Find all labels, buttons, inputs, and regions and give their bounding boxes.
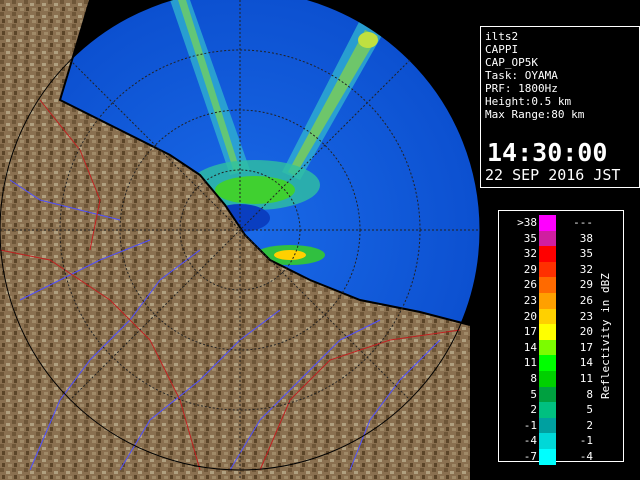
legend-row: -4 -1 bbox=[499, 433, 599, 449]
legend-color-swatch bbox=[539, 402, 556, 418]
observation-date: 22 SEP 2016 JST bbox=[485, 166, 621, 184]
max-range-value: Max Range:80 km bbox=[485, 108, 585, 121]
legend-low-value: 26 bbox=[523, 278, 537, 292]
reflectivity-legend: >38 --- 35 38 32 35 29 32 26 29 23 26 20 23 17 20 14 17 11… bbox=[498, 210, 624, 465]
legend-high-value: 20 bbox=[579, 325, 593, 339]
product-type: CAPPI bbox=[485, 43, 519, 56]
legend-low-value: 14 bbox=[523, 340, 537, 354]
legend-low-value: -7 bbox=[523, 450, 537, 463]
task-name: Task: OYAMA bbox=[485, 69, 558, 82]
legend-row: 23 26 bbox=[499, 293, 599, 309]
legend-unit-label: Reflectivity in dBZ bbox=[599, 273, 612, 399]
legend-low-value: 8 bbox=[530, 372, 537, 385]
legend-low-value: 35 bbox=[523, 231, 537, 245]
legend-high-value: 14 bbox=[579, 356, 593, 370]
legend-color-swatch bbox=[539, 277, 556, 293]
legend-row: 26 29 bbox=[499, 277, 599, 293]
legend-low-value: 11 bbox=[523, 356, 537, 370]
legend-color-swatch bbox=[539, 324, 556, 340]
legend-high-value: 5 bbox=[586, 403, 593, 417]
legend-color-swatch bbox=[539, 261, 556, 278]
legend-low-value: 23 bbox=[523, 294, 537, 307]
legend-color-swatch bbox=[539, 308, 556, 325]
height-value: Height:0.5 km bbox=[485, 95, 572, 108]
legend-row: -1 2 bbox=[499, 417, 599, 434]
legend-high-value: 26 bbox=[579, 294, 593, 307]
legend-row: 35 38 bbox=[499, 230, 599, 247]
legend-row: 11 14 bbox=[499, 355, 599, 371]
legend-row: 20 23 bbox=[499, 308, 599, 325]
legend-low-value: 17 bbox=[523, 325, 537, 339]
legend-row: >38 --- bbox=[499, 215, 599, 231]
legend-low-value: >38 bbox=[517, 216, 537, 229]
legend-high-value: 38 bbox=[579, 231, 593, 245]
legend-high-value: -4 bbox=[579, 450, 593, 463]
legend-low-value: 32 bbox=[523, 247, 537, 261]
legend-color-swatch bbox=[539, 417, 556, 434]
legend-color-swatch bbox=[539, 246, 556, 262]
legend-low-value: 20 bbox=[523, 309, 537, 323]
legend-high-value: 29 bbox=[579, 278, 593, 292]
info-panel: ilts2 CAPPI CAP_OP5K Task: OYAMA PRF: 18… bbox=[480, 26, 640, 188]
legend-row: 17 20 bbox=[499, 324, 599, 340]
legend-row: 25 bbox=[499, 402, 599, 418]
legend-high-value: -1 bbox=[579, 434, 593, 448]
legend-high-value: 23 bbox=[579, 309, 593, 323]
legend-row: 14 17 bbox=[499, 339, 599, 356]
legend-row: -7 -4 bbox=[499, 449, 599, 465]
legend-color-swatch bbox=[539, 386, 556, 403]
legend-color-swatch bbox=[539, 293, 556, 309]
legend-high-value: 35 bbox=[579, 247, 593, 261]
legend-high-value: 2 bbox=[586, 418, 593, 432]
legend-color-swatch bbox=[539, 339, 556, 356]
legend-low-value: -1 bbox=[523, 418, 537, 432]
legend-color-swatch bbox=[539, 371, 556, 387]
legend-color-swatch bbox=[539, 230, 556, 247]
legend-low-value: 29 bbox=[523, 262, 537, 276]
legend-row: 8 11 bbox=[499, 371, 599, 387]
legend-high-value: 17 bbox=[579, 340, 593, 354]
legend-color-swatch bbox=[539, 449, 556, 465]
observation-time: 14:30:00 bbox=[487, 138, 608, 167]
legend-high-value: 11 bbox=[579, 372, 593, 385]
legend-row: 32 35 bbox=[499, 246, 599, 262]
legend-high-value: --- bbox=[573, 216, 593, 229]
legend-high-value: 32 bbox=[579, 262, 593, 276]
legend-low-value: 2 bbox=[530, 403, 537, 417]
prf-value: PRF: 1800Hz bbox=[485, 82, 558, 95]
legend-color-swatch bbox=[539, 215, 556, 231]
legend-color-swatch bbox=[539, 433, 556, 449]
legend-color-swatch bbox=[539, 355, 556, 371]
legend-row: 58 bbox=[499, 386, 599, 403]
product-code: CAP_OP5K bbox=[485, 56, 538, 69]
legend-low-value: -4 bbox=[523, 434, 537, 448]
station-name: ilts2 bbox=[485, 30, 519, 43]
legend-low-value: 5 bbox=[530, 387, 537, 401]
legend-row: 29 32 bbox=[499, 261, 599, 278]
legend-high-value: 8 bbox=[586, 387, 593, 401]
